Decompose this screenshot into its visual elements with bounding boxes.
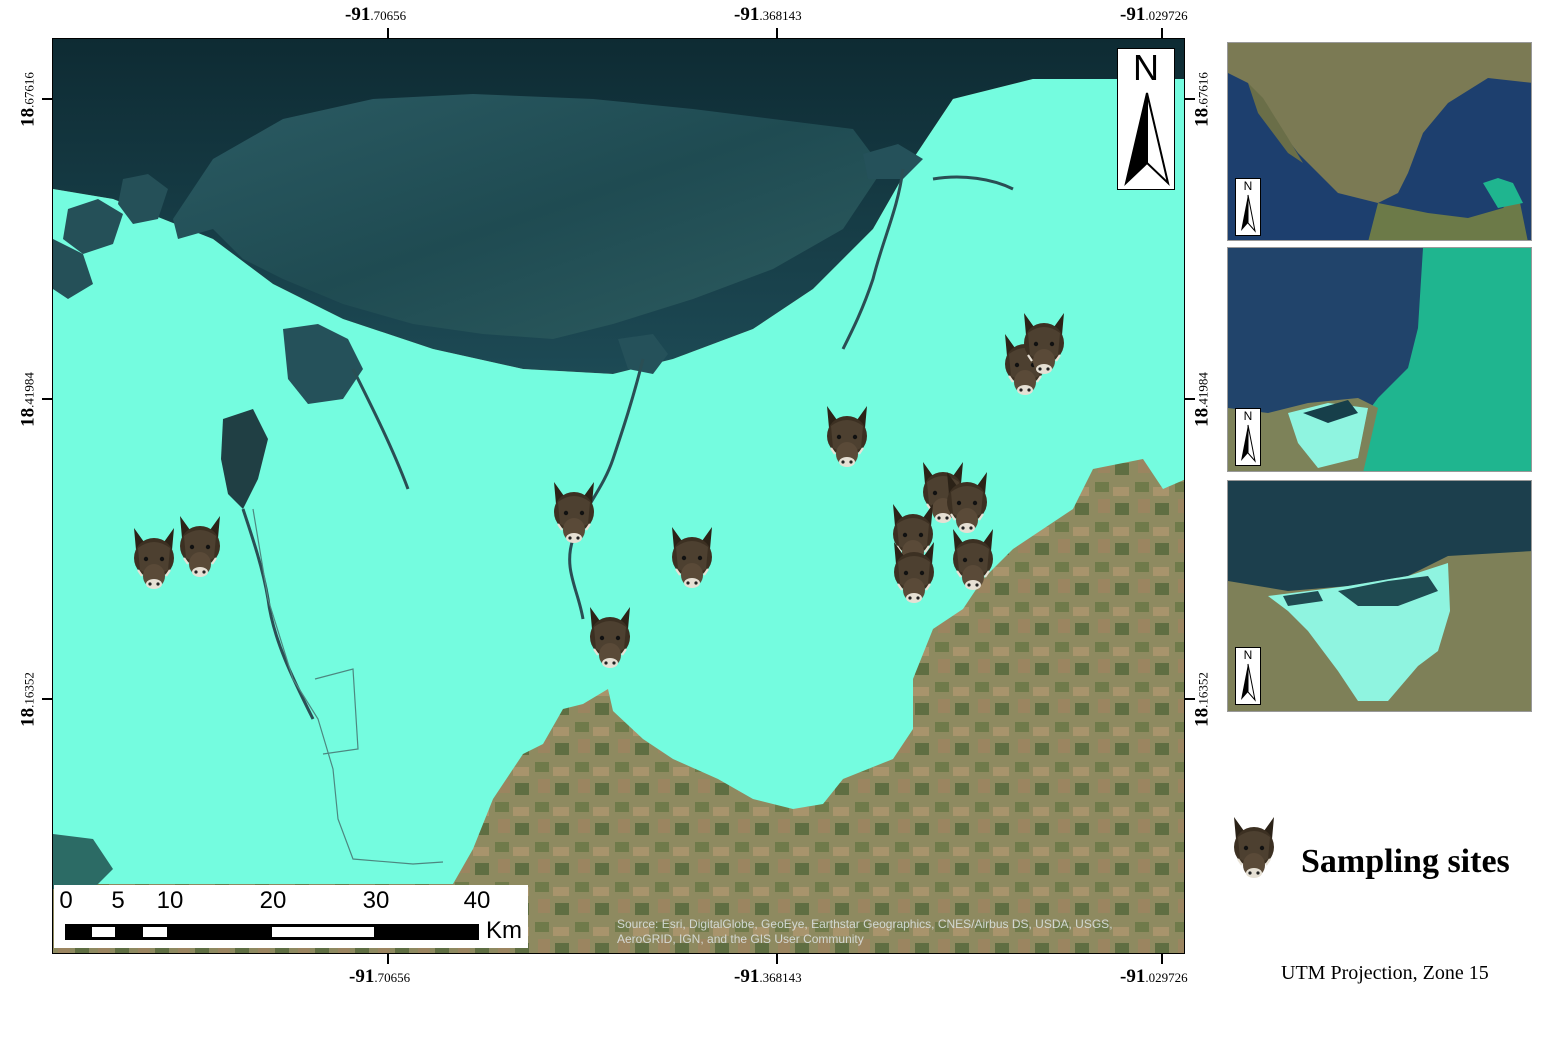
legend-label: Sampling sites [1301,843,1510,880]
coord-bottom-1: -91.70656 [349,966,411,987]
coord-right-1: 18.67616 [1191,72,1213,127]
inset-north-3: N [1235,647,1261,705]
scale-label-10: 10 [156,887,184,914]
inset-north-1: N [1235,178,1261,236]
scale-bar-graphic [65,924,479,940]
sampling-site-boar-head-icon[interactable] [1018,311,1070,377]
north-arrow-icon [1241,663,1256,702]
coord-right-2: 18.41984 [1191,372,1213,427]
coord-left-2: 18.41984 [17,372,39,427]
inset-north-2: N [1235,408,1261,466]
scale-label-0: 0 [59,887,73,914]
inset-municipality[interactable]: N [1227,480,1532,712]
coord-bottom-3: -91.029726 [1120,966,1188,987]
sampling-site-boar-head-icon[interactable] [128,526,180,592]
sampling-site-boar-head-icon[interactable] [548,480,600,546]
inset-state[interactable]: N [1227,247,1532,472]
sampling-site-boar-head-icon[interactable] [888,540,940,606]
sampling-site-boar-head-icon[interactable] [941,470,993,536]
main-map-canvas [53,39,1184,953]
north-arrow-icon [1241,194,1256,233]
coord-right-3: 18.16352 [1191,672,1213,727]
coord-left-1: 18.67616 [17,72,39,127]
coord-bottom-2: -91.368143 [734,966,802,987]
north-arrow-icon [1124,92,1170,187]
inset-mexico[interactable]: N [1227,42,1532,241]
main-map[interactable] [52,38,1185,954]
scale-bar: 0 5 10 20 30 40 Km [54,885,528,948]
coord-top-1: -91.70656 [345,4,407,25]
scale-label-30: 30 [362,887,390,914]
sampling-site-boar-head-icon[interactable] [666,525,718,591]
coord-top-3: -91.029726 [1120,4,1188,25]
projection-note: UTM Projection, Zone 15 [1281,962,1489,984]
coord-left-3: 18.16352 [17,672,39,727]
coord-top-2: -91.368143 [734,4,802,25]
north-arrow: N [1117,48,1175,190]
legend-boar-head-icon [1228,815,1280,881]
sampling-site-boar-head-icon[interactable] [584,605,636,671]
scale-label-20: 20 [259,887,287,914]
scale-unit: Km [486,917,522,944]
sampling-site-boar-head-icon[interactable] [821,404,873,470]
map-attribution: Source: Esri, DigitalGlobe, GeoEye, Eart… [617,917,1113,946]
sampling-site-boar-head-icon[interactable] [174,514,226,580]
sampling-site-boar-head-icon[interactable] [947,527,999,593]
north-arrow-icon [1241,424,1256,463]
scale-label-40: 40 [463,887,491,914]
north-arrow-label: N [1133,47,1159,88]
scale-label-5: 5 [111,887,125,914]
